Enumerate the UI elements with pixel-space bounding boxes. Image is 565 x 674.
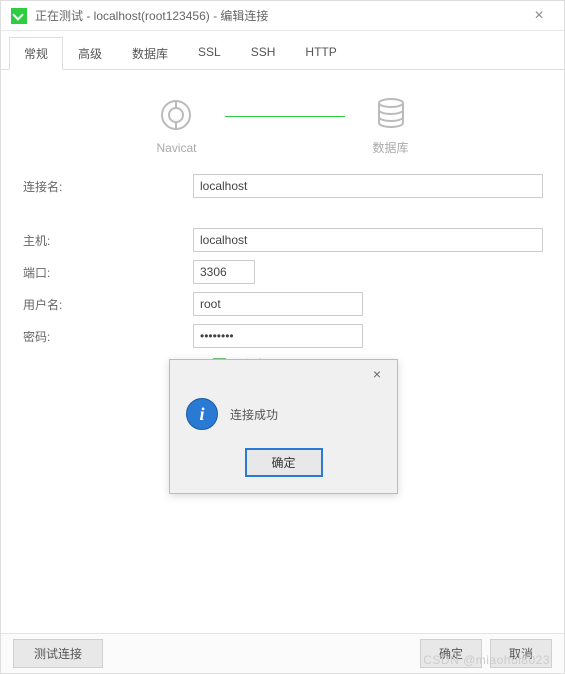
window-title: 正在测试 - localhost(root123456) - 编辑连接 [35,7,524,24]
pass-input[interactable] [193,324,363,348]
titlebar: 正在测试 - localhost(root123456) - 编辑连接 × [1,1,564,31]
pass-label: 密码: [21,328,193,345]
port-input[interactable] [193,260,255,284]
connection-diagram: Navicat 数据库 [1,70,564,164]
test-connection-button[interactable]: 测试连接 [13,639,103,668]
tab-http[interactable]: HTTP [290,37,351,70]
tab-ssh[interactable]: SSH [236,37,291,70]
form: 连接名: 主机: 端口: 用户名: 密码: 保存密码 [1,164,564,383]
tabs: 常规 高级 数据库 SSL SSH HTTP [1,36,564,70]
connection-line [225,116,345,117]
user-input[interactable] [193,292,363,316]
dialog-ok-button[interactable]: 确定 [245,448,323,477]
app-icon [11,8,27,24]
conn-name-input[interactable] [193,174,543,198]
dialog-message: 连接成功 [230,406,278,423]
conn-name-label: 连接名: [21,178,193,195]
port-label: 端口: [21,264,193,281]
info-icon: i [186,398,218,430]
message-dialog: × i 连接成功 确定 [169,359,398,494]
navicat-icon [158,97,194,133]
diagram-left-label: Navicat [156,141,196,155]
host-input[interactable] [193,228,543,252]
tab-ssl[interactable]: SSL [183,37,236,70]
close-icon[interactable]: × [524,7,554,25]
diagram-right-label: 数据库 [373,139,409,156]
database-icon [373,95,409,131]
user-label: 用户名: [21,296,193,313]
tab-advanced[interactable]: 高级 [63,37,117,70]
dialog-close-icon[interactable]: × [363,366,391,382]
tab-database[interactable]: 数据库 [117,37,183,70]
tab-general[interactable]: 常规 [9,37,63,70]
host-label: 主机: [21,232,193,249]
watermark: CSDN @miaohui8023 [423,653,550,667]
